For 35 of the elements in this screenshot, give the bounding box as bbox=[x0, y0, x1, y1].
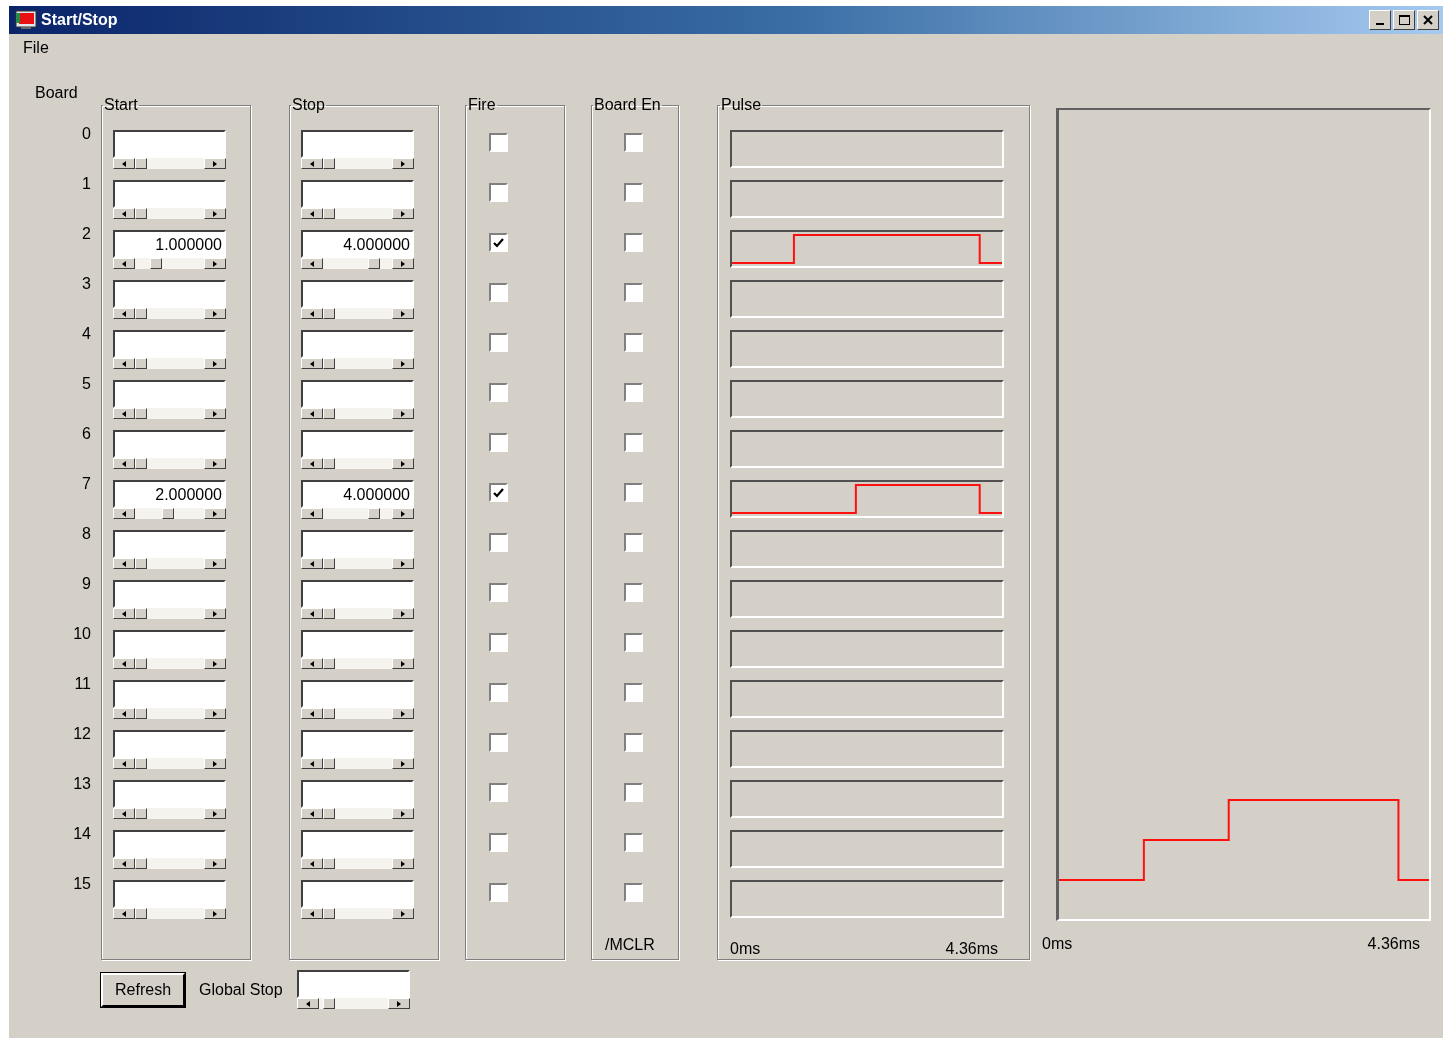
board-number: 14 bbox=[73, 824, 91, 844]
board-number: 9 bbox=[82, 574, 91, 594]
board-number: 7 bbox=[82, 474, 91, 494]
board-number: 0 bbox=[82, 124, 91, 144]
refresh-button[interactable]: Refresh bbox=[101, 972, 186, 1007]
board-number: 3 bbox=[82, 274, 91, 294]
window-title: Start/Stop bbox=[41, 11, 119, 29]
board-number: 8 bbox=[82, 524, 91, 544]
board-number: 1 bbox=[82, 174, 91, 194]
board-number: 10 bbox=[73, 624, 91, 644]
group-title: Fire bbox=[467, 96, 497, 114]
board-number: 15 bbox=[73, 874, 91, 894]
board-number: 13 bbox=[73, 774, 91, 794]
number-field[interactable]: 4.000000 bbox=[301, 230, 414, 258]
group-title: Stop bbox=[291, 96, 326, 114]
axis-label: 4.36ms bbox=[945, 940, 998, 958]
mclr-label: /MCLR bbox=[605, 936, 655, 954]
number-field[interactable]: 2.000000 bbox=[113, 480, 226, 508]
group-title: Start bbox=[103, 96, 139, 114]
board-number: 4 bbox=[82, 324, 91, 344]
column-label: Board bbox=[35, 84, 78, 103]
board-number: 2 bbox=[82, 224, 91, 244]
axis-label: 0ms bbox=[730, 940, 761, 958]
group-title: Pulse bbox=[720, 96, 763, 114]
axis-label: 0ms bbox=[1042, 935, 1073, 953]
group-title: Board En bbox=[593, 96, 662, 114]
board-number: 12 bbox=[73, 724, 91, 744]
global-stop-label: Global Stop bbox=[199, 980, 283, 999]
board-number: 6 bbox=[82, 424, 91, 444]
axis-label: 4.36ms bbox=[1367, 935, 1420, 953]
board-number: 11 bbox=[74, 674, 91, 694]
number-field[interactable]: 1.000000 bbox=[113, 230, 226, 258]
menu-item[interactable]: File bbox=[21, 39, 51, 57]
number-field[interactable]: 4.000000 bbox=[301, 480, 414, 508]
board-number: 5 bbox=[82, 374, 91, 394]
